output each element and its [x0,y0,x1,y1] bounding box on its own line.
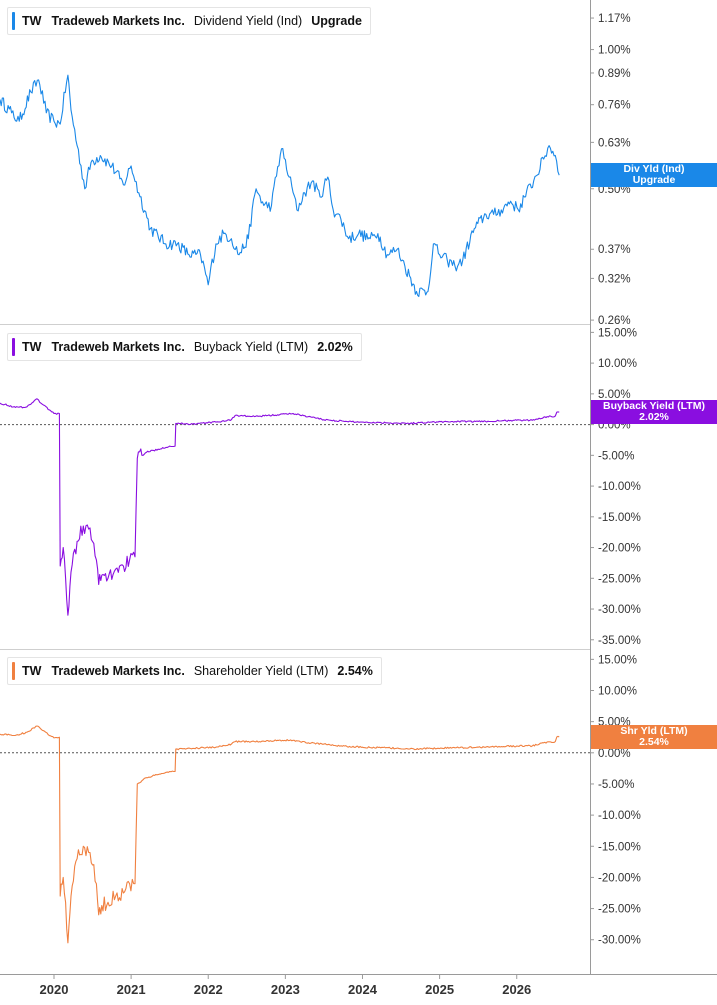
legend-dividend-yield: TW Tradeweb Markets Inc. Dividend Yield … [7,7,371,35]
metric-label: Dividend Yield (Ind) [193,14,303,28]
x-tick-label: 2022 [194,982,223,997]
y-tick-label: 10.00% [598,358,637,370]
y-tick-label: -10.00% [598,810,641,822]
x-tick-label: 2026 [502,982,531,997]
current-value-flag-dividend: Div Yld (Ind) Upgrade [591,163,717,187]
ticker-label: TW [22,14,42,28]
series-color-swatch [12,12,15,30]
metric-value: 2.02% [317,340,353,354]
metric-label: Shareholder Yield (LTM) [193,664,329,678]
company-label: Tradeweb Markets Inc. [51,14,185,28]
y-tick-label: 1.17% [598,13,631,25]
y-tick-label: 0.37% [598,244,631,256]
y-tick-label: 0.76% [598,100,631,112]
ticker-label: TW [22,664,42,678]
ticker-label: TW [22,340,42,354]
y-tick-label: -30.00% [598,935,641,947]
y-tick-label: 0.63% [598,137,631,149]
flag-value: 2.02% [639,411,669,423]
y-tick-label: -30.00% [598,604,641,616]
y-tick-label: -10.00% [598,481,641,493]
y-tick-label: -20.00% [598,872,641,884]
legend-shareholder-yield: TW Tradeweb Markets Inc. Shareholder Yie… [7,657,382,685]
flag-value: Upgrade [632,174,676,186]
series-color-swatch [12,662,15,680]
y-tick-label: -5.00% [598,779,634,791]
y-tick-label: 1.00% [598,45,631,57]
x-tick-label: 2025 [425,982,454,997]
y-tick-label: -35.00% [598,635,641,647]
y-tick-label: 15.00% [598,327,637,339]
company-label: Tradeweb Markets Inc. [51,340,185,354]
y-tick-label: 0.32% [598,273,631,285]
x-tick-label: 2020 [40,982,69,997]
y-tick-label: -5.00% [598,450,634,462]
current-value-flag-buyback: Buyback Yield (LTM) 2.02% [591,400,717,424]
y-tick-label: 15.00% [598,654,637,666]
legend-buyback-yield: TW Tradeweb Markets Inc. Buyback Yield (… [7,333,362,361]
x-tick-label: 2021 [117,982,146,997]
y-tick-label: -20.00% [598,543,641,555]
company-label: Tradeweb Markets Inc. [51,664,185,678]
series-line [0,74,560,298]
metric-value: Upgrade [311,14,362,28]
series-color-swatch [12,338,15,356]
x-tick-label: 2024 [348,982,378,997]
series-line [0,725,560,944]
series-line [0,398,560,616]
y-tick-label: -25.00% [598,904,641,916]
x-tick-label: 2023 [271,982,300,997]
chart-canvas: 1.17%1.00%0.89%0.76%0.63%0.50%0.37%0.32%… [0,0,717,997]
y-tick-label: 0.26% [598,315,631,327]
current-value-flag-shareholder: Shr Yld (LTM) 2.54% [591,725,717,749]
metric-value: 2.54% [337,664,373,678]
y-tick-label: 0.00% [598,748,631,760]
y-tick-label: -25.00% [598,573,641,585]
flag-value: 2.54% [639,736,669,748]
y-tick-label: 10.00% [598,686,637,698]
y-tick-label: -15.00% [598,512,641,524]
y-tick-label: -15.00% [598,841,641,853]
metric-label: Buyback Yield (LTM) [193,340,309,354]
y-tick-label: 0.89% [598,68,631,80]
